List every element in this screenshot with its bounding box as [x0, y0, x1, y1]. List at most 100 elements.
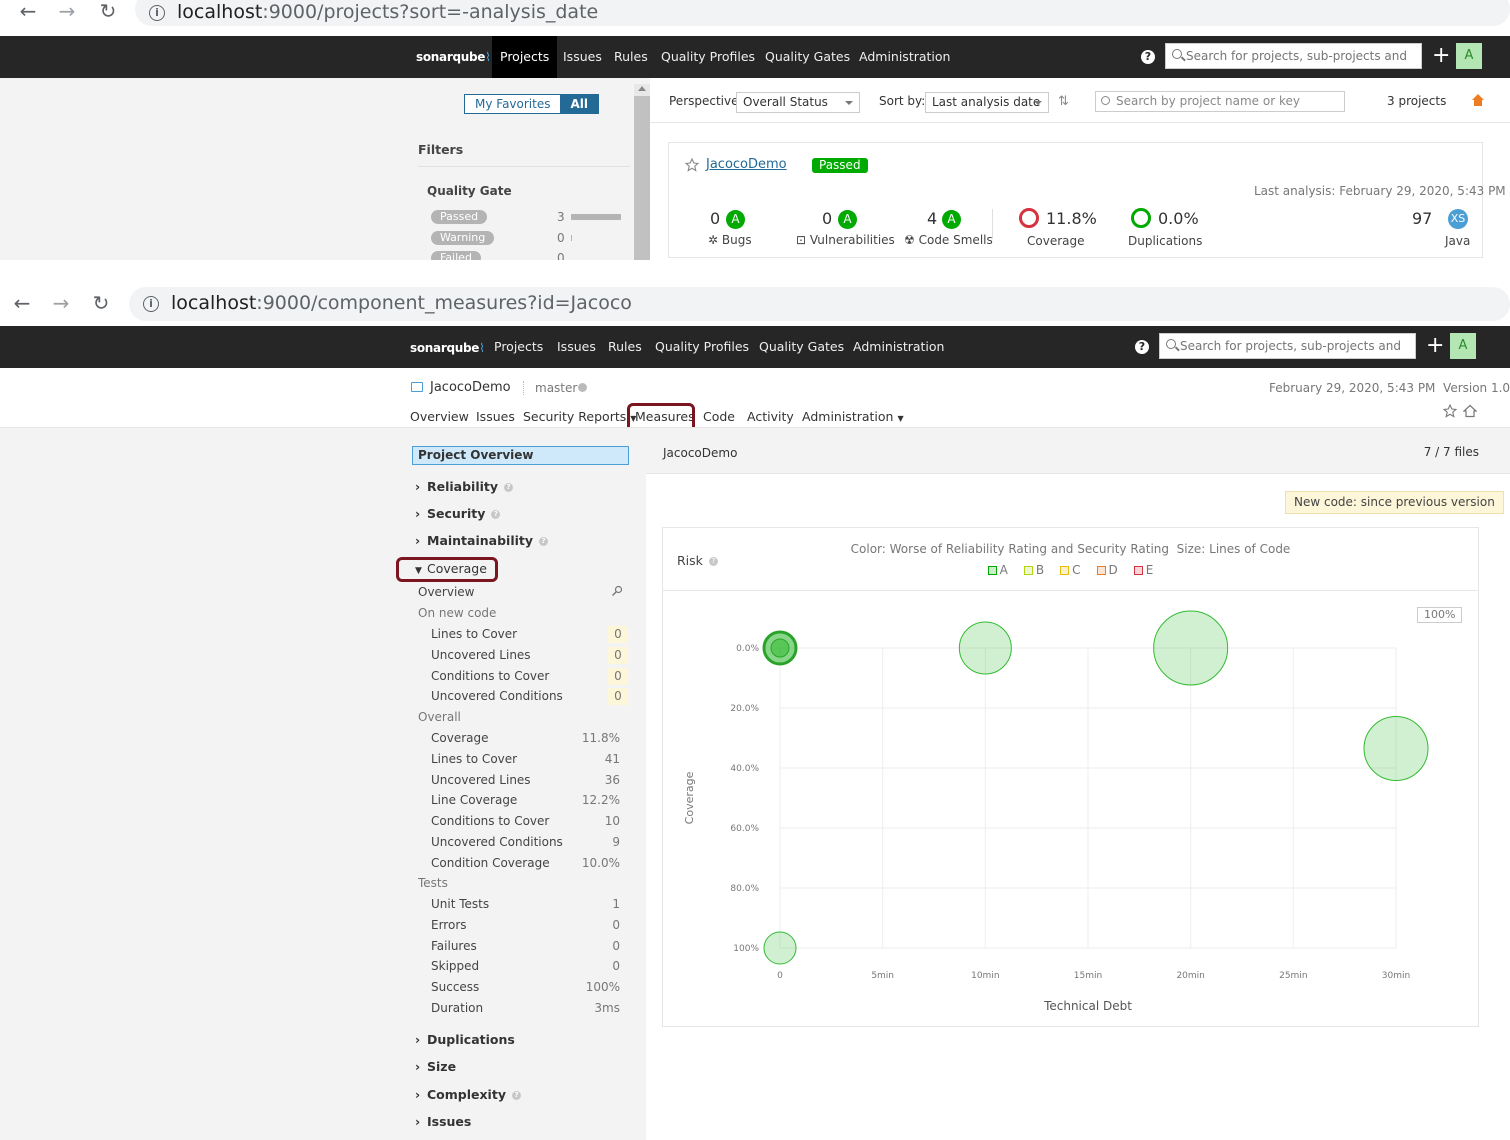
site-info-icon[interactable]: i: [149, 5, 165, 21]
filter-passed[interactable]: Passed: [431, 210, 488, 224]
branch-info-icon[interactable]: [578, 383, 587, 392]
star-icon[interactable]: [1442, 403, 1458, 418]
nav-quality-profiles[interactable]: Quality Profiles: [653, 36, 763, 78]
nav-projects[interactable]: Projects: [486, 326, 551, 368]
user-avatar[interactable]: A: [1450, 333, 1476, 359]
global-search-input[interactable]: [1180, 337, 1405, 355]
domain-size[interactable]: › Size: [415, 1059, 456, 1074]
filter-warning[interactable]: Warning: [431, 231, 495, 245]
metric-label[interactable]: Condition Coverage: [431, 856, 550, 870]
coverage-overview-link[interactable]: Overview: [418, 585, 475, 599]
metric-label[interactable]: Conditions to Cover: [431, 669, 549, 683]
forward-arrow-icon[interactable]: →: [55, 0, 79, 22]
nav-quality-gates[interactable]: Quality Gates: [751, 326, 852, 368]
back-arrow-icon[interactable]: ←: [10, 292, 34, 314]
nav-quality-profiles[interactable]: Quality Profiles: [647, 326, 757, 368]
metric-label[interactable]: Uncovered Conditions: [431, 835, 563, 849]
nav-administration[interactable]: Administration: [845, 326, 952, 368]
sort-select[interactable]: Last analysis date: [925, 92, 1049, 113]
back-arrow-icon[interactable]: ←: [16, 0, 40, 22]
branch-name[interactable]: master: [535, 381, 577, 395]
metric-label[interactable]: Errors: [431, 918, 467, 932]
project-overview-item[interactable]: Project Overview: [412, 446, 629, 465]
star-icon[interactable]: [684, 157, 700, 172]
vulnerabilities-value[interactable]: 0: [822, 209, 832, 228]
sidebar-scrollbar[interactable]: [634, 84, 650, 260]
metric-label[interactable]: Line Coverage: [431, 793, 517, 807]
metric-label[interactable]: Lines to Cover: [431, 627, 517, 641]
metric-label[interactable]: Uncovered Lines: [431, 773, 531, 787]
scroll-up-icon[interactable]: [638, 86, 646, 91]
all-button[interactable]: All: [560, 95, 598, 113]
help-hint-icon[interactable]: ?: [539, 537, 549, 546]
domain-reliability[interactable]: › Reliability?: [415, 479, 514, 494]
tab-overview[interactable]: Overview: [410, 409, 469, 424]
site-info-icon[interactable]: i: [143, 296, 159, 312]
global-search-input[interactable]: [1186, 47, 1411, 65]
metric-label[interactable]: Coverage: [431, 731, 489, 745]
tab-activity[interactable]: Activity: [747, 409, 794, 424]
home-icon[interactable]: [1471, 93, 1485, 107]
domain-complexity[interactable]: › Complexity?: [415, 1087, 521, 1102]
legend-item-b[interactable]: B: [1023, 563, 1044, 577]
home-icon[interactable]: [1462, 404, 1478, 418]
metric-label[interactable]: Conditions to Cover: [431, 814, 549, 828]
size-value[interactable]: 97: [1412, 209, 1432, 228]
legend-item-e[interactable]: E: [1133, 563, 1153, 577]
scrollbar-thumb[interactable]: [634, 96, 650, 260]
breadcrumb[interactable]: JacocoDemo: [663, 446, 737, 460]
nav-issues[interactable]: Issues: [555, 36, 610, 78]
reload-icon[interactable]: ↻: [96, 0, 120, 22]
metric-label[interactable]: Skipped: [431, 959, 479, 973]
project-name-link[interactable]: JacocoDemo: [706, 157, 787, 172]
metric-label[interactable]: Success: [431, 980, 479, 994]
user-avatar[interactable]: A: [1456, 43, 1482, 69]
metric-label[interactable]: Uncovered Conditions: [431, 689, 563, 703]
metric-label[interactable]: Failures: [431, 939, 477, 953]
nav-administration[interactable]: Administration: [851, 36, 958, 78]
global-search-field[interactable]: [1159, 333, 1416, 359]
domain-maintainability[interactable]: › Maintainability?: [415, 533, 549, 548]
legend-item-c[interactable]: C: [1060, 563, 1081, 577]
metric-label[interactable]: Lines to Cover: [431, 752, 517, 766]
domain-issues[interactable]: › Issues: [415, 1114, 471, 1129]
coverage-value[interactable]: 11.8%: [1046, 209, 1097, 228]
help-icon[interactable]: ?: [1141, 50, 1155, 64]
create-plus-button[interactable]: +: [1432, 44, 1450, 68]
global-search-field[interactable]: [1165, 43, 1422, 69]
duplications-value[interactable]: 0.0%: [1158, 209, 1199, 228]
link-icon[interactable]: [611, 585, 623, 597]
help-hint-icon[interactable]: ?: [491, 510, 501, 519]
forward-arrow-icon[interactable]: →: [49, 292, 73, 314]
sort-order-icon[interactable]: ⇅: [1058, 94, 1069, 109]
tab-code[interactable]: Code: [703, 409, 735, 424]
project-name[interactable]: JacocoDemo: [430, 380, 511, 395]
code-smells-value[interactable]: 4: [927, 209, 937, 228]
sonarqube-logo[interactable]: sonarqube⌇: [410, 341, 485, 355]
metric-label[interactable]: Unit Tests: [431, 897, 489, 911]
legend-item-d[interactable]: D: [1096, 563, 1118, 577]
domain-duplications[interactable]: › Duplications: [415, 1032, 515, 1047]
nav-rules[interactable]: Rules: [600, 326, 650, 368]
help-hint-icon[interactable]: ?: [511, 1091, 521, 1100]
nav-issues[interactable]: Issues: [549, 326, 604, 368]
my-favorites-button[interactable]: My Favorites: [465, 95, 561, 113]
nav-projects[interactable]: Projects: [492, 36, 558, 78]
tab-administration[interactable]: Administration ▼: [802, 409, 904, 424]
project-search-field[interactable]: Search by project name or key: [1095, 91, 1345, 112]
nav-quality-gates[interactable]: Quality Gates: [757, 36, 858, 78]
legend-item-a[interactable]: A: [987, 563, 1008, 577]
address-bar[interactable]: i localhost:9000/component_measures?id=J…: [129, 287, 1510, 321]
create-plus-button[interactable]: +: [1426, 334, 1444, 358]
sonarqube-logo[interactable]: sonarqube⌇: [416, 50, 491, 64]
domain-security[interactable]: › Security?: [415, 506, 501, 521]
bugs-value[interactable]: 0: [710, 209, 720, 228]
address-bar[interactable]: i localhost:9000/projects?sort=-analysis…: [135, 0, 1510, 26]
reload-icon[interactable]: ↻: [89, 292, 113, 314]
metric-label[interactable]: Uncovered Lines: [431, 648, 531, 662]
nav-rules[interactable]: Rules: [606, 36, 656, 78]
help-icon[interactable]: ?: [1135, 340, 1149, 354]
filter-failed[interactable]: Failed: [431, 251, 481, 260]
perspective-select[interactable]: Overall Status: [736, 92, 860, 113]
tab-issues[interactable]: Issues: [476, 409, 515, 424]
